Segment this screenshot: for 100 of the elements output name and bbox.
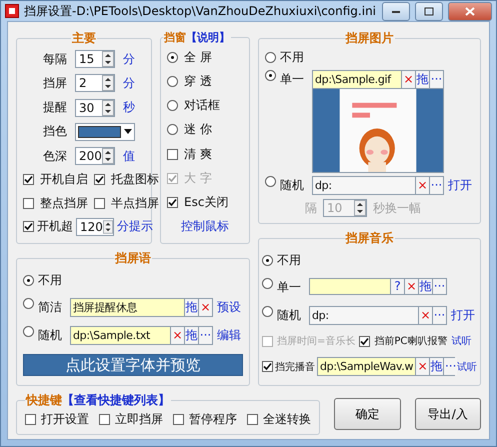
- mouse-control-link[interactable]: 控制鼠标: [181, 218, 229, 236]
- spin-arrows-icon[interactable]: [102, 148, 114, 164]
- checkbox-label: 大 字: [184, 170, 212, 187]
- unit-label: 分: [123, 50, 135, 68]
- radio-button[interactable]: [23, 298, 34, 309]
- listen-link[interactable]: 试听: [457, 360, 477, 374]
- number-spinner[interactable]: 120: [76, 218, 114, 236]
- checkbox[interactable]: [359, 336, 370, 347]
- checkbox-label: 挡完播音: [275, 360, 315, 374]
- number-spinner[interactable]: 2: [75, 74, 115, 92]
- checkbox[interactable]: [262, 361, 273, 372]
- checkbox-label: 挡前PC喇叭报警: [374, 334, 448, 348]
- link[interactable]: 预设: [217, 298, 243, 317]
- radio-label: 穿 透: [184, 72, 212, 90]
- unit-label: 分提示: [117, 218, 153, 236]
- maximize-button[interactable]: [415, 2, 443, 20]
- radio-button[interactable]: [262, 254, 273, 266]
- checkbox[interactable]: [94, 198, 105, 209]
- checkbox[interactable]: [99, 414, 110, 425]
- checkbox[interactable]: [94, 174, 105, 186]
- group-title: 挡屏音乐: [344, 230, 394, 247]
- number-spinner[interactable]: 30: [75, 98, 115, 117]
- spin-arrows-icon[interactable]: [102, 218, 113, 235]
- number-spinner[interactable]: 15: [75, 50, 115, 68]
- field-label: 挡色: [42, 123, 67, 140]
- checkbox[interactable]: [23, 221, 34, 232]
- group-title: 挡屏语: [114, 250, 152, 267]
- unit-label: 秒: [123, 99, 135, 116]
- checkbox[interactable]: [23, 198, 34, 209]
- radio-label: 单一: [280, 70, 305, 88]
- group-title: 挡屏图片: [344, 30, 394, 47]
- field-label: 隔: [305, 200, 317, 217]
- radio-button[interactable]: [167, 52, 178, 63]
- link[interactable]: 编辑: [217, 326, 243, 346]
- unit-label: 值: [123, 148, 135, 165]
- spin-arrows-icon[interactable]: [102, 75, 114, 92]
- checkbox-label: Esc关闭: [184, 194, 228, 212]
- checkbox-label: 打开设置: [41, 411, 89, 428]
- radio-label: 不用: [38, 272, 62, 289]
- close-button[interactable]: [448, 2, 492, 20]
- unit-label: 分: [123, 74, 135, 92]
- checkbox-label: 开机超: [37, 218, 73, 236]
- radio-label: 随机: [277, 306, 302, 324]
- font-preview-button[interactable]: 点此设置字体并预览: [23, 354, 243, 376]
- checkbox-label: 全迷转换: [263, 411, 311, 428]
- shortcut-list-link[interactable]: 【查看快捷键列表】: [62, 393, 170, 407]
- radio-label: 不用: [277, 252, 301, 269]
- radio-button[interactable]: [167, 76, 178, 87]
- checkbox[interactable]: [167, 148, 178, 160]
- group-title: 快捷键: [26, 393, 62, 407]
- checkbox-label: 立即挡屏: [115, 411, 163, 428]
- color-dropdown[interactable]: [75, 122, 135, 141]
- radio-button[interactable]: [262, 278, 273, 289]
- checkbox[interactable]: [23, 174, 34, 186]
- checkbox[interactable]: [167, 197, 178, 208]
- checkbox[interactable]: [25, 414, 36, 425]
- app-icon: [5, 4, 19, 18]
- radio-button[interactable]: [265, 52, 276, 63]
- field-label: 每隔: [42, 50, 67, 68]
- checkbox-label: 挡屏时间=音乐长: [277, 334, 356, 348]
- number-spinner[interactable]: 200: [75, 147, 115, 166]
- radio-label: 迷 你: [184, 121, 212, 138]
- checkbox-label: 开机自启: [40, 171, 88, 188]
- radio-button[interactable]: [265, 70, 276, 81]
- checkbox-label: 整点挡屏: [40, 194, 88, 212]
- group-title: 挡窗: [164, 31, 186, 44]
- group-title: 主要: [71, 30, 97, 47]
- maximize-icon: [424, 6, 434, 16]
- checkbox[interactable]: [247, 414, 258, 425]
- spin-arrows-icon[interactable]: [102, 100, 114, 116]
- radio-button[interactable]: [167, 100, 178, 112]
- radio-label: 简洁: [38, 298, 63, 316]
- link[interactable]: 打开: [448, 176, 474, 196]
- spin-arrows-icon[interactable]: [102, 51, 114, 68]
- radio-label: 对话框: [184, 97, 220, 114]
- close-icon: [465, 6, 475, 16]
- dialog-button[interactable]: 导出/入: [414, 398, 481, 430]
- caret-icon: [124, 129, 132, 134]
- radio-label: 不用: [280, 48, 304, 66]
- radio-button[interactable]: [265, 176, 276, 188]
- radio-button[interactable]: [23, 326, 34, 338]
- radio-button[interactable]: [167, 124, 178, 136]
- radio-label: 随机: [280, 177, 305, 194]
- radio-label: 随机: [38, 327, 63, 344]
- checkbox-label: 托盘图标: [111, 171, 159, 188]
- minimize-icon: [391, 8, 401, 14]
- checkbox[interactable]: [173, 414, 184, 425]
- radio-button[interactable]: [262, 306, 273, 317]
- window-title: 挡屏设置-D:\PETools\Desktop\VanZhouDeZhuxiuxi\config.ini: [24, 2, 377, 20]
- field-label: 色深: [42, 148, 67, 165]
- radio-label: 全 屏: [184, 48, 212, 66]
- field-label: 提醒: [42, 99, 67, 116]
- radio-button[interactable]: [23, 274, 34, 286]
- unit-label: 秒换一幅: [373, 200, 421, 217]
- link[interactable]: 打开: [451, 306, 477, 325]
- dialog-button[interactable]: 确定: [334, 398, 400, 430]
- listen-link[interactable]: 试听: [451, 334, 472, 348]
- help-link[interactable]: 【说明】: [186, 31, 230, 44]
- checkbox-label: 半点挡屏: [111, 194, 159, 212]
- minimize-button[interactable]: [382, 2, 410, 20]
